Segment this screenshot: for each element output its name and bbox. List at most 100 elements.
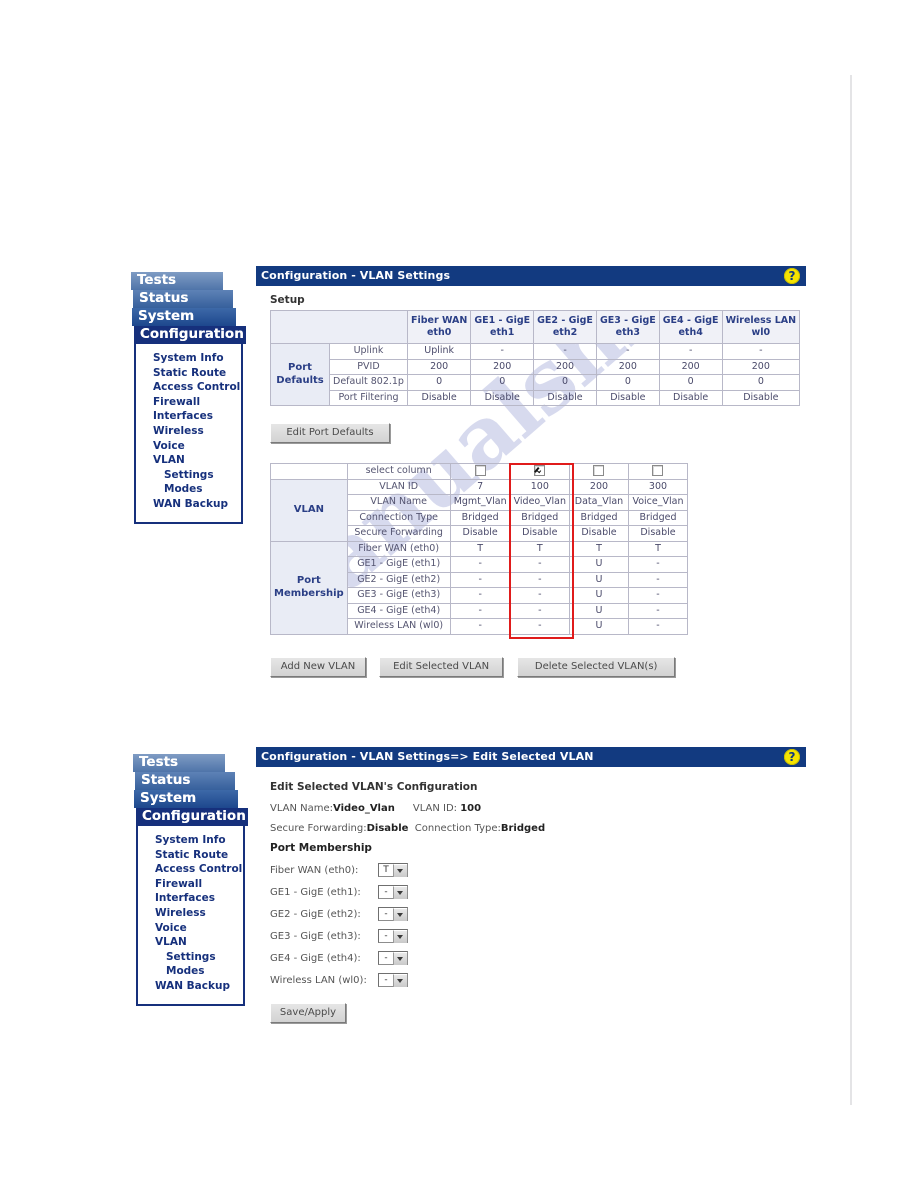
sidebar-item-access-control[interactable]: Access Control bbox=[138, 862, 243, 877]
table-header-row: Fiber WAN eth0 GE1 - GigE eth1 GE2 - GigE eth… bbox=[270, 310, 801, 344]
sidebar-tab-system[interactable]: System bbox=[134, 790, 238, 808]
vlan-select-checkbox[interactable] bbox=[474, 465, 486, 476]
cell-value: U bbox=[568, 618, 629, 635]
sidebar-item-static-route[interactable]: Static Route bbox=[138, 848, 243, 863]
row-label: Wireless LAN (wl0) bbox=[346, 618, 451, 635]
sidebar-item-vlan[interactable]: VLAN bbox=[138, 935, 243, 950]
sidebar-item-modes[interactable]: Modes bbox=[136, 482, 241, 497]
sidebar-item-wan-backup[interactable]: WAN Backup bbox=[136, 497, 241, 512]
sidebar-item-system-info[interactable]: System Info bbox=[138, 833, 243, 848]
cell-value: T bbox=[627, 540, 688, 557]
vlan-select-checkbox-cell[interactable] bbox=[568, 463, 629, 480]
sidebar-item-settings[interactable]: Settings bbox=[138, 950, 243, 965]
sidebar-item-wireless[interactable]: Wireless bbox=[136, 424, 241, 439]
row-label: Uplink bbox=[329, 343, 408, 360]
help-icon[interactable]: ? bbox=[784, 749, 800, 765]
nav-sidebar-bottom: Tests Status System Configuration System Inf… bbox=[133, 754, 248, 1006]
port-membership-row: GE4 - GigE (eth4): - bbox=[270, 951, 806, 965]
sidebar-item-vlan[interactable]: VLAN bbox=[136, 453, 241, 468]
sidebar-tab-configuration[interactable]: Configuration bbox=[134, 326, 246, 344]
cell-value: - bbox=[595, 343, 660, 360]
select-column-label: select column bbox=[346, 463, 451, 480]
sidebar-tab-status[interactable]: Status bbox=[135, 772, 235, 790]
cell-value: - bbox=[627, 556, 688, 573]
sidebar-item-access-control[interactable]: Access Control bbox=[136, 380, 241, 395]
sidebar-item-static-route[interactable]: Static Route bbox=[136, 366, 241, 381]
select-value: - bbox=[384, 931, 388, 941]
help-icon[interactable]: ? bbox=[784, 268, 800, 284]
vlan-select-checkbox[interactable] bbox=[652, 465, 664, 476]
cell-value: Disable bbox=[470, 389, 535, 406]
edit-panel-title-bar: Configuration - VLAN Settings=> Edit Sel… bbox=[256, 747, 806, 767]
vlan-select-checkbox[interactable] bbox=[593, 465, 605, 476]
sidebar-item-modes[interactable]: Modes bbox=[138, 964, 243, 979]
sidebar-tab-system[interactable]: System bbox=[132, 308, 236, 326]
port-membership-select-ge2-gige-eth2[interactable]: - bbox=[378, 907, 408, 921]
table-row: Default 802.1p 0 0 0 0 0 0 bbox=[271, 374, 801, 391]
vlan-select-checkbox-cell[interactable] bbox=[627, 463, 688, 480]
setup-label: Setup bbox=[270, 294, 305, 306]
sidebar-item-interfaces[interactable]: Interfaces bbox=[136, 409, 241, 424]
sidebar-tab-tests[interactable]: Tests bbox=[131, 272, 223, 290]
chevron-down-icon[interactable] bbox=[393, 951, 407, 965]
add-new-vlan-button[interactable]: Add New VLAN bbox=[270, 656, 366, 677]
port-label: Wireless LAN (wl0): bbox=[270, 974, 367, 986]
secure-forwarding-label: Secure Forwarding: bbox=[270, 823, 367, 834]
chevron-down-icon[interactable] bbox=[393, 929, 407, 943]
sidebar-item-firewall[interactable]: Firewall bbox=[138, 877, 243, 892]
chevron-down-icon[interactable] bbox=[393, 907, 407, 921]
cell-value: Bridged bbox=[509, 509, 570, 526]
cell-value: Mgmt_Vlan bbox=[449, 494, 511, 511]
row-label: Port Filtering bbox=[329, 389, 408, 406]
port-membership-select-wireless-lan-wl0[interactable]: - bbox=[378, 973, 408, 987]
port-membership-row: GE3 - GigE (eth3): - bbox=[270, 929, 806, 943]
sidebar-item-interfaces[interactable]: Interfaces bbox=[138, 891, 243, 906]
sidebar-item-voice[interactable]: Voice bbox=[138, 921, 243, 936]
sidebar-tab-status[interactable]: Status bbox=[133, 290, 233, 308]
sidebar-item-wireless[interactable]: Wireless bbox=[138, 906, 243, 921]
cell-value: T bbox=[449, 540, 511, 557]
sidebar-item-firewall[interactable]: Firewall bbox=[136, 395, 241, 410]
delete-selected-vlan-button[interactable]: Delete Selected VLAN(s) bbox=[517, 656, 676, 677]
chevron-down-icon[interactable] bbox=[393, 973, 407, 987]
cell-value: 200 bbox=[406, 358, 472, 375]
vlan-select-checkbox-cell[interactable] bbox=[449, 463, 511, 480]
cell-value: - bbox=[658, 343, 723, 360]
row-label: VLAN ID bbox=[346, 478, 451, 495]
sidebar-tab-configuration[interactable]: Configuration bbox=[136, 808, 248, 826]
vlan-select-checkbox[interactable] bbox=[534, 465, 546, 476]
cell-value: - bbox=[470, 343, 535, 360]
port-membership-select-fiber-wan-eth0[interactable]: T bbox=[378, 863, 408, 877]
sidebar-item-wan-backup[interactable]: WAN Backup bbox=[138, 979, 243, 994]
row-label: Connection Type bbox=[346, 509, 451, 526]
table-row: Port Defaults Uplink Uplink - - - - - bbox=[270, 343, 801, 406]
edit-selected-vlan-button[interactable]: Edit Selected VLAN bbox=[379, 656, 504, 677]
edit-port-defaults-button[interactable]: Edit Port Defaults bbox=[270, 423, 390, 443]
cell-value: Bridged bbox=[627, 509, 688, 526]
cell-value: 7 bbox=[449, 478, 511, 495]
select-column-row: select column bbox=[270, 463, 688, 480]
port-defaults-group-label: Port Defaults bbox=[270, 343, 330, 406]
sidebar-item-settings[interactable]: Settings bbox=[136, 468, 241, 483]
chevron-down-icon[interactable] bbox=[393, 863, 407, 877]
port-membership-row: Wireless LAN (wl0): - bbox=[270, 973, 806, 987]
save-apply-button[interactable]: Save/Apply bbox=[270, 1003, 346, 1023]
cell-value: U bbox=[568, 587, 629, 604]
vlan-select-checkbox-cell[interactable] bbox=[509, 463, 570, 480]
cell-value: - bbox=[449, 587, 511, 604]
panel-title-bar: Configuration - VLAN Settings ? bbox=[256, 266, 806, 286]
sidebar-item-system-info[interactable]: System Info bbox=[136, 351, 241, 366]
port-membership-select-ge3-gige-eth3[interactable]: - bbox=[378, 929, 408, 943]
sidebar-tab-tests[interactable]: Tests bbox=[133, 754, 225, 772]
edit-panel-title-text: Configuration - VLAN Settings=> Edit Sel… bbox=[261, 750, 594, 763]
sidebar-item-voice[interactable]: Voice bbox=[136, 439, 241, 454]
port-membership-select-ge1-gige-eth1[interactable]: - bbox=[378, 885, 408, 899]
select-value: - bbox=[384, 975, 388, 985]
vlan-name-id-row: VLAN Name:Video_Vlan VLAN ID: 100 bbox=[270, 802, 806, 815]
cell-value: 200 bbox=[721, 358, 801, 375]
row-label: GE2 - GigE (eth2) bbox=[346, 571, 451, 588]
port-membership-select-ge4-gige-eth4[interactable]: - bbox=[378, 951, 408, 965]
chevron-down-icon[interactable] bbox=[393, 885, 407, 899]
cell-value: Disable bbox=[658, 389, 723, 406]
cell-value: Video_Vlan bbox=[509, 494, 570, 511]
